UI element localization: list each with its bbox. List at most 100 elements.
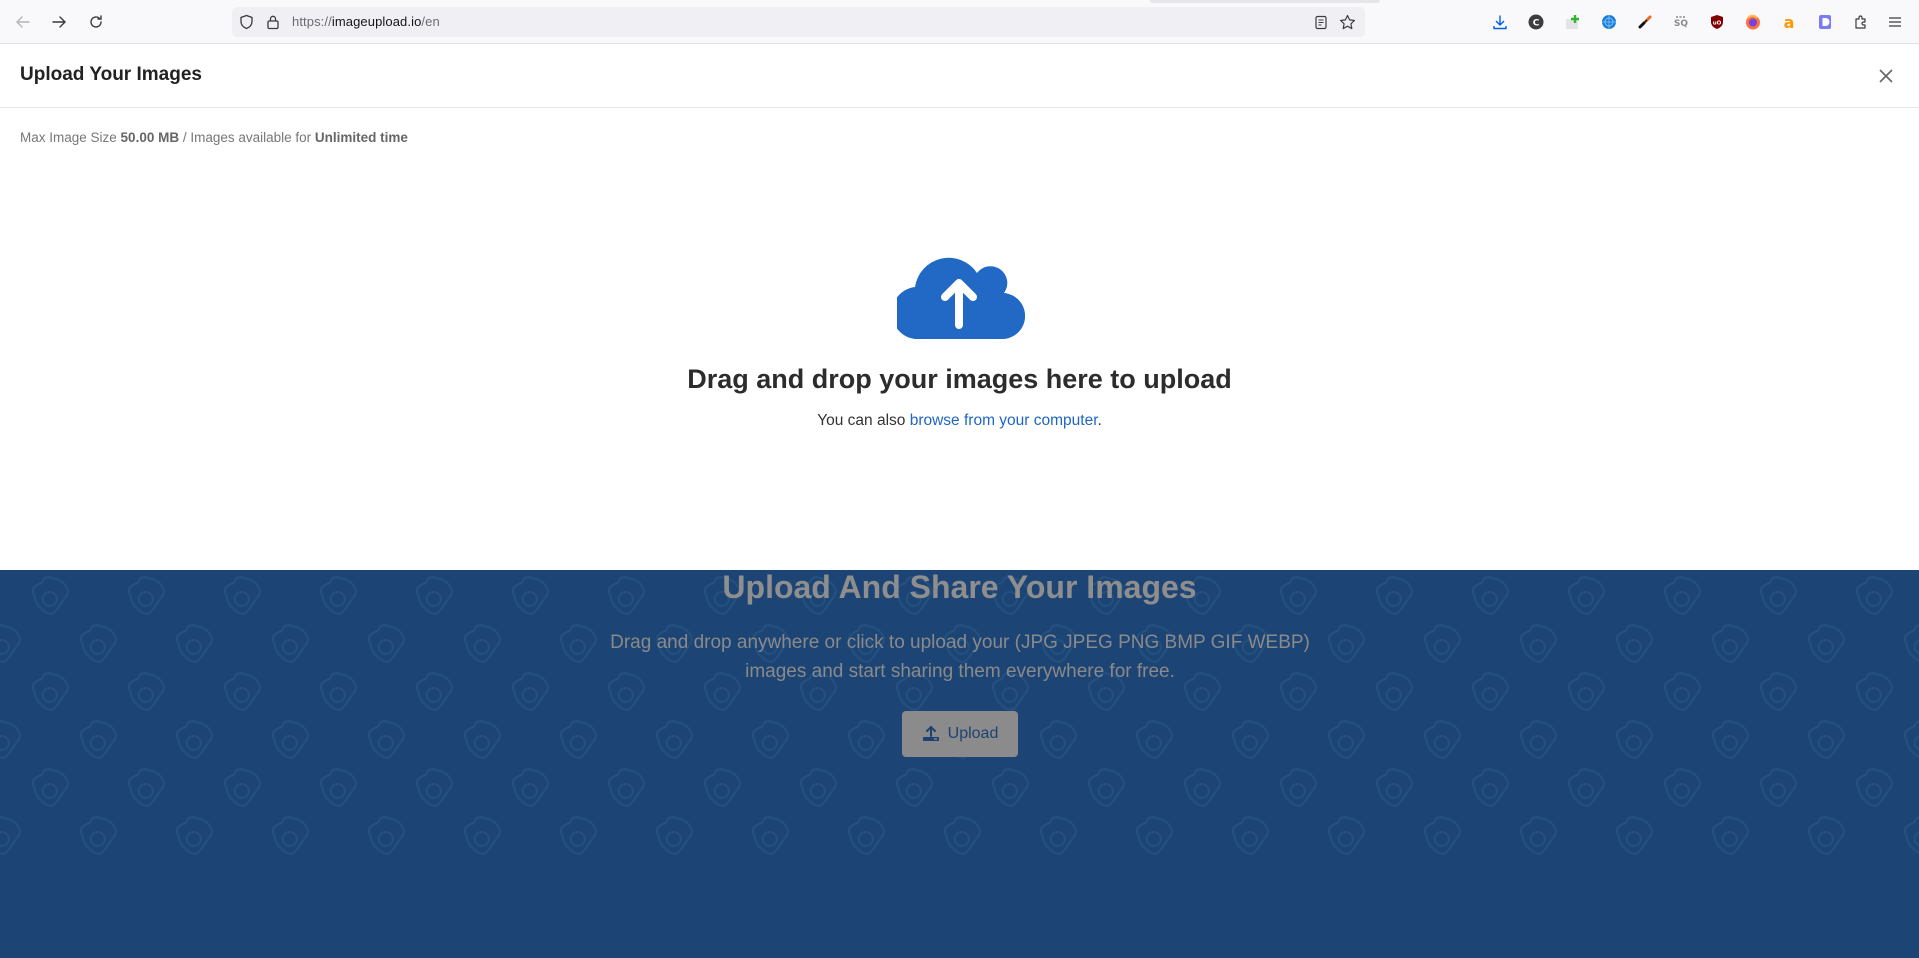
cloud-upload-dropzone[interactable]	[891, 251, 1026, 340]
d-extension-icon	[1819, 15, 1831, 29]
camera-pattern-mark	[509, 763, 554, 810]
camera-pattern-mark	[365, 715, 410, 762]
camera-pattern-mark	[221, 763, 266, 810]
back-icon	[16, 16, 30, 28]
url-scheme: https://	[292, 14, 332, 29]
amazon-a-icon: a	[1784, 14, 1795, 30]
cloud-upload-icon	[891, 257, 1026, 340]
sq-extension-button[interactable]: SQ	[1671, 12, 1691, 32]
camera-pattern-mark	[173, 619, 218, 666]
c-extension-button[interactable]: C	[1526, 12, 1546, 32]
camera-pattern-mark	[749, 811, 794, 858]
camera-pattern-mark	[1133, 811, 1178, 858]
camera-pattern-mark	[1517, 715, 1562, 762]
camera-pattern-mark	[1661, 667, 1706, 714]
camera-pattern-mark	[221, 667, 266, 714]
camera-pattern-mark	[1373, 763, 1418, 810]
upload-limits: Max Image Size 50.00 MB / Images availab…	[20, 130, 408, 145]
extensions-button[interactable]	[1851, 12, 1871, 32]
camera-pattern-mark	[941, 811, 986, 858]
availability-value: Unlimited time	[314, 130, 408, 145]
globe-extension-button[interactable]	[1599, 12, 1619, 32]
hero-description: Drag and drop anywhere or click to uploa…	[610, 632, 1310, 682]
camera-pattern-mark	[1805, 715, 1850, 762]
url-path: /en	[421, 14, 440, 29]
camera-pattern-mark	[1469, 667, 1514, 714]
upload-button-label: Upload	[947, 725, 999, 742]
upload-icon	[922, 725, 939, 741]
menu-button[interactable]	[1885, 12, 1905, 32]
camera-pattern-mark	[1709, 619, 1754, 666]
add-extension-button[interactable]	[1563, 12, 1583, 32]
camera-pattern-mark	[1853, 667, 1898, 714]
reader-view-icon[interactable]	[1312, 13, 1330, 31]
bookmark-star-icon[interactable]	[1338, 13, 1356, 31]
globe-extension-icon	[1602, 15, 1616, 29]
camera-pattern-mark	[557, 715, 602, 762]
shield-icon[interactable]	[237, 13, 255, 31]
camera-pattern-mark	[0, 619, 26, 666]
url-bar[interactable]: https://imageupload.io/en	[232, 7, 1365, 37]
camera-pattern-mark	[1805, 619, 1850, 666]
camera-pattern-mark	[1805, 811, 1850, 858]
camera-pattern-mark	[845, 715, 890, 762]
camera-pattern-mark	[749, 715, 794, 762]
availability-label: / Images available for	[179, 130, 315, 145]
dropzone-subtitle: You can also browse from your computer.	[0, 412, 1919, 430]
downloads-button[interactable]	[1490, 12, 1510, 32]
lock-icon[interactable]	[264, 13, 282, 31]
sq-extension-icon: SQ	[1674, 16, 1688, 29]
max-size-label: Max Image Size	[20, 130, 121, 145]
back-button[interactable]	[13, 12, 33, 32]
camera-pattern-mark	[269, 811, 314, 858]
camera-pattern-mark	[125, 667, 170, 714]
camera-pattern-mark	[269, 715, 314, 762]
upload-button[interactable]: Upload	[902, 711, 1018, 757]
svg-text:uO: uO	[1713, 21, 1722, 27]
close-icon	[1879, 69, 1893, 83]
hero-title: Upload And Share Your Images	[722, 569, 1197, 605]
camera-pattern-mark	[1085, 763, 1130, 810]
firefox-button[interactable]	[1743, 12, 1763, 32]
d-extension-button[interactable]	[1815, 12, 1835, 32]
camera-pattern-mark	[1853, 763, 1898, 810]
link-extension-button[interactable]	[1635, 12, 1655, 32]
forward-button[interactable]	[49, 12, 69, 32]
camera-pattern-mark	[173, 715, 218, 762]
tab-strip-edge	[1150, 0, 1380, 3]
modal-header: Upload Your Images	[0, 44, 1919, 108]
ublock-button[interactable]: uO	[1707, 12, 1727, 32]
camera-pattern-mark	[1277, 763, 1322, 810]
amazon-a-button[interactable]: a	[1779, 12, 1799, 32]
camera-pattern-mark	[1037, 811, 1082, 858]
camera-pattern-mark	[1517, 619, 1562, 666]
camera-pattern-mark	[1613, 619, 1658, 666]
url-text[interactable]: https://imageupload.io/en	[292, 14, 440, 29]
camera-pattern-mark	[1133, 715, 1178, 762]
browse-link[interactable]: browse from your computer	[910, 412, 1098, 429]
camera-pattern-mark	[1421, 715, 1466, 762]
camera-pattern-mark	[125, 763, 170, 810]
dropzone-subtitle-suffix: .	[1097, 412, 1102, 429]
camera-pattern-mark	[1613, 811, 1658, 858]
camera-pattern-mark	[1661, 763, 1706, 810]
camera-pattern-mark	[1901, 619, 1919, 666]
camera-pattern-mark	[605, 763, 650, 810]
camera-pattern-mark	[461, 619, 506, 666]
camera-pattern-mark	[893, 763, 938, 810]
downloads-icon	[1493, 15, 1507, 30]
camera-pattern-mark	[413, 763, 458, 810]
add-extension-icon	[1566, 15, 1579, 29]
camera-pattern-mark	[989, 763, 1034, 810]
camera-pattern-mark	[77, 619, 122, 666]
reload-button[interactable]	[86, 12, 106, 32]
close-button[interactable]	[1876, 66, 1896, 86]
camera-pattern-mark	[1565, 667, 1610, 714]
camera-pattern-mark	[1037, 715, 1082, 762]
camera-pattern-mark	[1469, 763, 1514, 810]
camera-pattern-mark	[845, 811, 890, 858]
dropzone-title: Drag and drop your images here to upload	[687, 364, 1232, 394]
camera-pattern-mark	[1565, 763, 1610, 810]
camera-pattern-mark	[1709, 811, 1754, 858]
camera-pattern-mark	[77, 715, 122, 762]
